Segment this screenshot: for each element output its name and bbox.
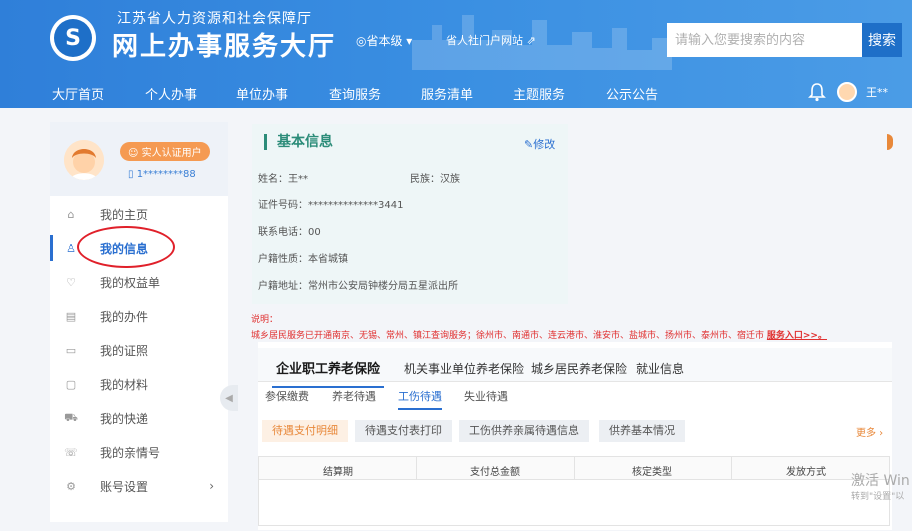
hall-title: 网上办事服务大厅 — [112, 32, 337, 62]
nav-unit[interactable]: 单位办事 — [236, 84, 288, 103]
sidebar-item-rights[interactable]: ♡ 我的权益单 — [50, 265, 228, 299]
field-hukou-address: 户籍地址：常州市公安局钟楼分局五星派出所 — [258, 281, 458, 292]
field-name: 姓名：王** — [258, 174, 308, 185]
tab-employment-info[interactable]: 就业信息 — [636, 360, 684, 377]
document-icon: ▤ — [65, 309, 77, 323]
sidebar-item-label: 我的亲情号 — [100, 445, 161, 460]
column-divider — [731, 457, 732, 479]
user-icon: ♙ — [66, 241, 76, 255]
home-icon: ⌂ — [67, 207, 75, 221]
folder-icon: ▢ — [65, 377, 77, 391]
logo-mark: S — [54, 19, 92, 57]
nav-query[interactable]: 查询服务 — [329, 84, 381, 103]
nav-personal[interactable]: 个人办事 — [145, 84, 197, 103]
profile-panel: ☺ 实人认证用户 ▯ 1********88 — [50, 122, 228, 196]
sidebar-item-express[interactable]: ⛟ 我的快递 — [50, 401, 228, 435]
column-header: 支付总金额 — [470, 467, 520, 478]
phone-number: ▯ 1********88 — [128, 169, 196, 180]
subtab-contribution[interactable]: 参保缴费 — [265, 388, 309, 404]
user-avatar-small[interactable] — [837, 82, 857, 102]
column-header: 核定类型 — [632, 467, 672, 478]
notice-label: 说明： — [251, 315, 279, 325]
tab-institution-pension[interactable]: 机关事业单位养老保险 — [404, 360, 524, 377]
highlight-annotation — [77, 226, 175, 268]
search-input[interactable] — [667, 23, 863, 57]
portal-link[interactable]: 省人社门户网站 ⇗ — [446, 32, 536, 48]
tab-resident-pension[interactable]: 城乡居民养老保险 — [531, 360, 627, 377]
basic-info-card: 基本信息 ✎修改 姓名：王** 民族：汉族 证件号码：*************… — [252, 124, 568, 304]
sidebar-item-label: 我的办件 — [100, 309, 149, 324]
column-divider — [574, 457, 575, 479]
edit-link[interactable]: ✎修改 — [524, 136, 555, 152]
org-title: 江苏省人力资源和社会保障厅 — [117, 11, 312, 27]
main-nav: 大厅首页 个人办事 单位办事 查询服务 服务清单 主题服务 公示公告 — [0, 78, 912, 108]
subtab-unemployment-benefit[interactable]: 失业待遇 — [464, 388, 508, 404]
sidebar-item-account-settings[interactable]: ⚙ 账号设置 › — [50, 469, 228, 503]
pension-tabbar: 企业职工养老保险 机关事业单位养老保险 城乡居民养老保险 就业信息 — [258, 348, 892, 388]
activation-watermark-sub: 转到"设置"以 — [851, 492, 905, 502]
service-entry-link[interactable]: 服务入口>>。 — [767, 331, 827, 341]
pill-print-payment-table[interactable]: 待遇支付表打印 — [355, 420, 452, 442]
subtab-pension-benefit[interactable]: 养老待遇 — [332, 388, 376, 404]
sidebar: ☺ 实人认证用户 ▯ 1********88 ⌂ 我的主页 ♙ 我的信息 ♡ 我的权益… — [50, 122, 228, 522]
province-selector[interactable]: ◎省本级 ▾ — [356, 32, 412, 49]
id-card-icon: ▭ — [65, 343, 77, 357]
sidebar-item-label: 账号设置 — [100, 479, 149, 494]
pill-basic-situation[interactable]: 供养基本情况 — [599, 420, 685, 442]
heart-icon: ♡ — [66, 275, 76, 289]
nav-home[interactable]: 大厅首页 — [52, 84, 104, 103]
user-name[interactable]: 王** — [866, 84, 888, 100]
field-id-number: 证件号码：**************3441 — [258, 200, 404, 211]
table-header: 结算期 支付总金额 核定类型 发放方式 — [258, 456, 890, 480]
sidebar-item-materials[interactable]: ▢ 我的材料 — [50, 367, 228, 401]
column-divider — [416, 457, 417, 479]
pension-panel: 企业职工养老保险 机关事业单位养老保险 城乡居民养老保险 就业信息 参保缴费 养… — [258, 342, 892, 530]
sidebar-item-label: 我的证照 — [100, 343, 149, 358]
field-phone: 联系电话：00 — [258, 227, 321, 238]
sidebar-item-label: 我的权益单 — [100, 275, 161, 290]
tab-enterprise-pension[interactable]: 企业职工养老保险 — [271, 358, 385, 388]
avatar — [64, 140, 104, 180]
chevron-right-icon: › — [209, 479, 214, 493]
truck-icon: ⛟ — [64, 410, 78, 424]
pill-dependent-benefit[interactable]: 工伤供养亲属待遇信息 — [459, 420, 589, 442]
column-header: 结算期 — [323, 467, 353, 478]
sidebar-item-licenses[interactable]: ▭ 我的证照 — [50, 333, 228, 367]
field-ethnicity: 民族：汉族 — [410, 174, 460, 185]
nav-theme[interactable]: 主题服务 — [513, 84, 565, 103]
real-name-badge: ☺ 实人认证用户 — [120, 142, 210, 161]
sidebar-item-label: 我的快递 — [100, 411, 149, 426]
search-button[interactable]: 搜索 — [862, 23, 902, 57]
side-tab-handle[interactable] — [887, 134, 893, 150]
pill-payment-details[interactable]: 待遇支付明细 — [262, 420, 348, 442]
activation-watermark: 激活 Win — [851, 473, 910, 489]
subtab-injury-benefit[interactable]: 工伤待遇 — [398, 388, 442, 410]
logo[interactable]: S — [50, 15, 96, 61]
sidebar-item-cases[interactable]: ▤ 我的办件 — [50, 299, 228, 333]
nav-service-list[interactable]: 服务清单 — [421, 84, 473, 103]
more-link[interactable]: 更多 › — [856, 424, 883, 439]
sidebar-item-family[interactable]: ☏ 我的亲情号 — [50, 435, 228, 469]
header: S 江苏省人力资源和社会保障厅 网上办事服务大厅 ◎省本级 ▾ 省人社门户网站 … — [0, 0, 912, 108]
gear-icon: ⚙ — [66, 479, 76, 493]
column-header: 发放方式 — [786, 467, 826, 478]
phone-value: 1********88 — [136, 169, 196, 180]
sidebar-item-label: 我的材料 — [100, 377, 149, 392]
bell-icon[interactable] — [808, 82, 826, 102]
notice-body: 城乡居民服务已开通南京、无锡、常州、镇江查询服务；徐州市、南通市、连云港市、淮安… — [251, 331, 765, 341]
sidebar-item-label: 我的主页 — [100, 207, 149, 222]
family-icon: ☏ — [64, 445, 78, 459]
edit-label: 修改 — [533, 138, 556, 151]
table-body — [258, 480, 890, 526]
notice-text: 城乡居民服务已开通南京、无锡、常州、镇江查询服务；徐州市、南通市、连云港市、淮安… — [251, 328, 891, 341]
field-hukou-type: 户籍性质：本省城镇 — [258, 254, 348, 265]
basic-info-title: 基本信息 — [264, 134, 333, 150]
nav-notice[interactable]: 公示公告 — [606, 84, 658, 103]
